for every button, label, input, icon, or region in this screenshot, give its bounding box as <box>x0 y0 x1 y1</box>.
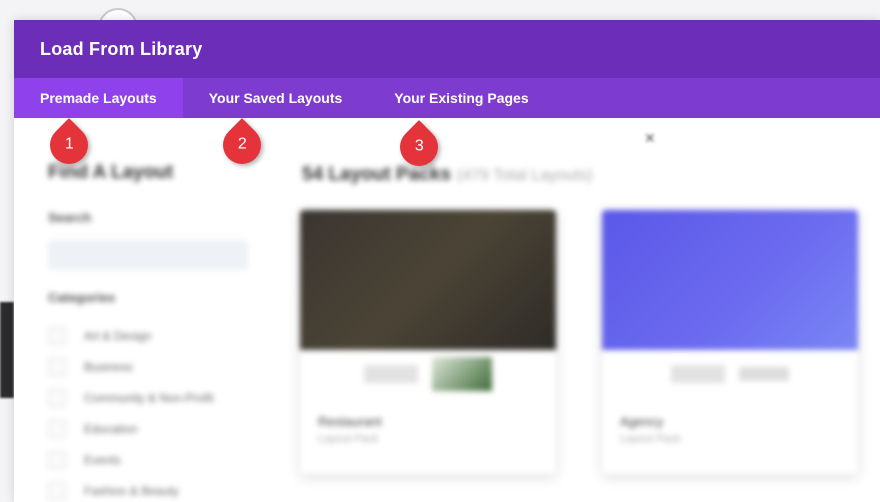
layout-pack-type: Layout Pack <box>620 433 681 445</box>
search-label: Search <box>48 210 92 225</box>
layout-pack-card[interactable]: Agency Layout Pack <box>602 210 858 474</box>
category-label: Business <box>84 359 133 374</box>
background-side-tab <box>0 302 14 398</box>
layout-preview-strip <box>602 350 858 398</box>
category-item[interactable]: Community & Non-Profit <box>48 382 213 413</box>
annotation-number: 1 <box>64 136 74 153</box>
category-item[interactable]: Fashion & Beauty <box>48 475 213 502</box>
category-item[interactable]: Business <box>48 351 213 382</box>
category-item[interactable]: Education <box>48 413 213 444</box>
modal-tabbar: Premade Layouts Your Saved Layouts Your … <box>14 78 880 118</box>
layout-pack-name: Restaurant <box>318 414 382 429</box>
sidebar-heading: Find A Layout <box>48 162 174 183</box>
category-label: Events <box>84 452 121 467</box>
tab-your-existing-pages[interactable]: Your Existing Pages <box>368 78 554 118</box>
category-checkbox[interactable] <box>48 450 66 469</box>
category-checkbox[interactable] <box>48 388 66 407</box>
library-content-blurred: Find A Layout Search Categories Art & De… <box>14 118 880 502</box>
preview-thumb <box>671 365 725 383</box>
layout-pack-card[interactable]: Restaurant Layout Pack <box>300 210 556 474</box>
modal-title: Load From Library <box>40 38 203 59</box>
layout-pack-type: Layout Pack <box>318 433 379 445</box>
category-list: Art & Design Business Community & Non-Pr… <box>48 320 213 502</box>
preview-thumb <box>739 367 789 381</box>
categories-label: Categories <box>48 290 116 305</box>
layout-packs-heading: 54 Layout Packs (479 Total Layouts) <box>302 164 593 186</box>
category-checkbox[interactable] <box>48 326 66 345</box>
category-label: Community & Non-Profit <box>84 390 214 405</box>
category-checkbox[interactable] <box>48 481 66 500</box>
category-item[interactable]: Events <box>48 444 213 475</box>
category-label: Art & Design <box>84 328 152 343</box>
category-label: Fashion & Beauty <box>84 483 179 498</box>
library-modal: Load From Library Premade Layouts Your S… <box>14 20 880 502</box>
search-input[interactable] <box>48 240 248 270</box>
layout-packs-count: 54 Layout Packs <box>302 164 451 185</box>
layout-preview-strip <box>300 350 556 398</box>
layout-pack-thumbnail <box>300 210 556 350</box>
annotation-number: 2 <box>237 136 247 153</box>
modal-header: Load From Library <box>14 20 880 78</box>
layout-pack-thumbnail <box>602 210 858 350</box>
category-label: Education <box>84 421 138 436</box>
category-item[interactable]: Art & Design <box>48 320 213 351</box>
layout-total-count: (479 Total Layouts) <box>456 167 593 184</box>
tab-premade-layouts[interactable]: Premade Layouts <box>14 78 183 118</box>
annotation-number: 3 <box>414 138 424 155</box>
close-icon[interactable]: ✕ <box>644 130 656 147</box>
tab-your-saved-layouts[interactable]: Your Saved Layouts <box>183 78 369 118</box>
preview-thumb <box>432 357 492 391</box>
preview-thumb <box>364 365 418 383</box>
category-checkbox[interactable] <box>48 357 66 376</box>
layout-pack-name: Agency <box>620 414 664 429</box>
category-checkbox[interactable] <box>48 419 66 438</box>
